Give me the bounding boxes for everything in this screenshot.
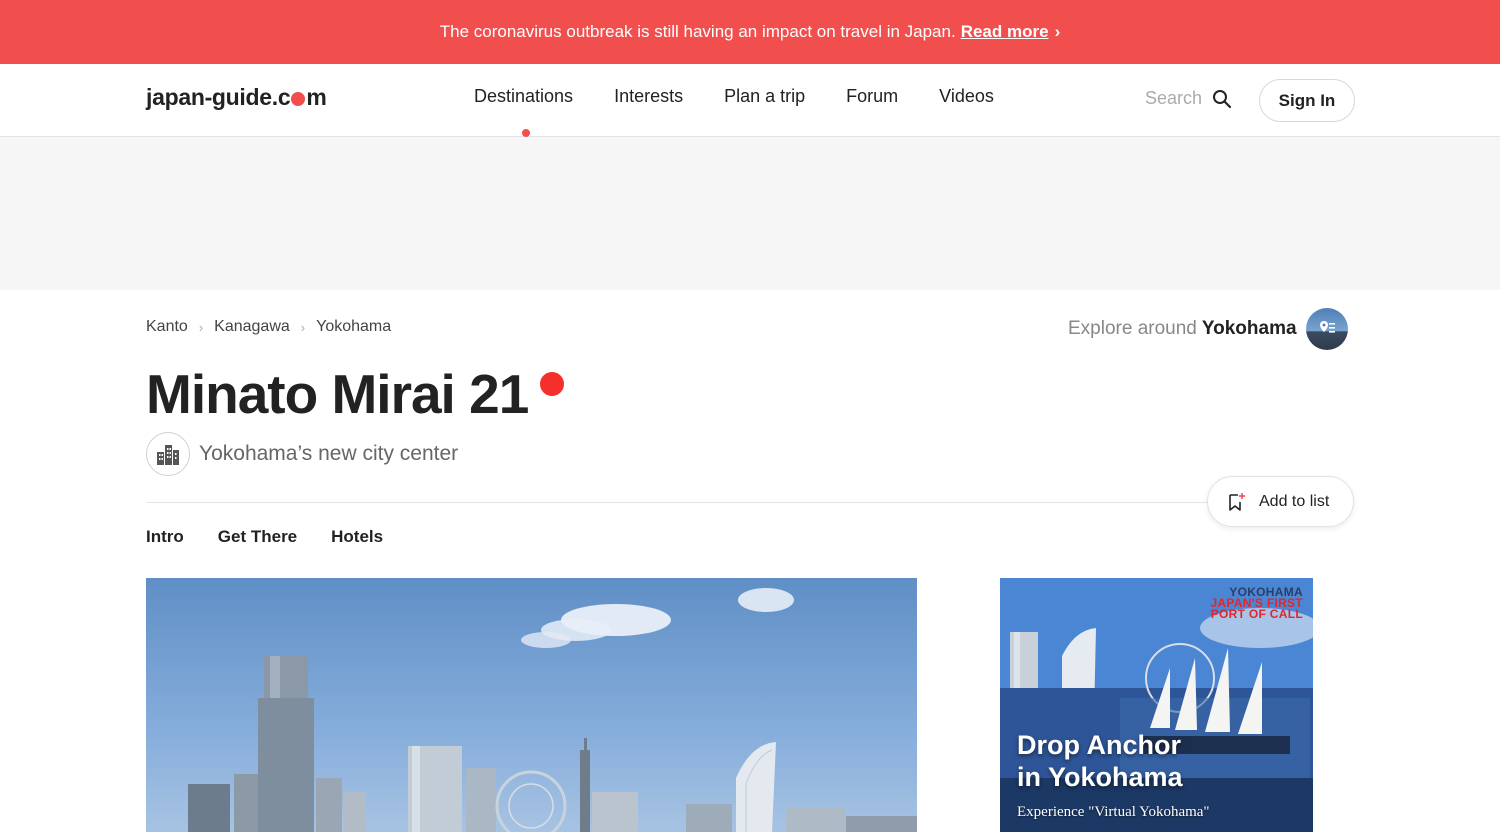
search-placeholder[interactable]: Search [1145,88,1202,109]
subtitle-row: Yokohama’s new city center [146,432,458,476]
ad-brand-line3: PORT OF CALL [1210,607,1303,621]
skyline-illustration [188,588,917,832]
logo-dot-icon [291,92,306,106]
section-tabs: Intro Get There Hotels [146,527,417,547]
breadcrumb: Kanto › Kanagawa › Yokohama [146,318,391,336]
site-header: japan-guide.c m Destinations Interests Pl… [0,64,1500,137]
nav-plan-a-trip[interactable]: Plan a trip [724,86,805,107]
main-nav: Destinations Interests Plan a trip Forum… [474,86,1035,137]
explore-prefix: Explore around [1068,318,1197,339]
nav-destinations-label: Destinations [474,86,574,106]
search-box[interactable]: Search [1145,88,1232,109]
explore-place: Yokohama [1201,318,1297,339]
ad-headline-1: Drop Anchor [1017,730,1181,760]
ad-headline-2: in Yokohama [1017,762,1183,792]
nav-forum[interactable]: Forum [846,86,898,107]
covid-alert-banner: The coronavirus outbreak is still having… [0,0,1500,64]
add-to-list-label: Add to list [1259,492,1330,510]
read-more-link[interactable]: Read more [961,22,1049,42]
ad-subline: Experience "Virtual Yokohama" [1017,804,1210,820]
tab-hotels[interactable]: Hotels [331,527,383,547]
map-pin-icon [1319,321,1335,333]
page-subtitle: Yokohama’s new city center [199,442,459,465]
tab-intro[interactable]: Intro [146,527,184,547]
explore-around-link[interactable]: Explore around Yokohama [1068,308,1348,350]
nav-interests[interactable]: Interests [614,86,683,107]
site-logo[interactable]: japan-guide.c m [146,84,327,111]
chevron-right-icon: › [300,319,306,335]
breadcrumb-yokohama[interactable]: Yokohama [316,318,391,336]
chevron-right-icon: › [198,319,204,335]
nav-videos[interactable]: Videos [939,86,994,107]
logo-text-left: japan-guide.c [146,84,291,110]
nav-destinations[interactable]: Destinations [474,86,574,137]
section-divider [146,502,1354,503]
breadcrumb-kanto[interactable]: Kanto [146,318,188,336]
add-to-list-button[interactable]: Add to list [1207,476,1354,527]
title-accent-dot [540,372,564,396]
ad-placeholder [0,137,1500,290]
city-buildings-icon [146,432,190,476]
breadcrumb-kanagawa[interactable]: Kanagawa [214,318,290,336]
tab-get-there[interactable]: Get There [218,527,297,547]
logo-text-right: m [306,84,327,110]
bookmark-add-icon [1229,492,1245,511]
sign-in-button[interactable]: Sign In [1259,79,1355,122]
active-indicator [522,129,530,137]
alert-message: The coronavirus outbreak is still having… [439,22,956,41]
ad-brand: YOKOHAMA JAPAN'S FIRST PORT OF CALL [1210,586,1303,621]
search-icon[interactable] [1212,89,1232,109]
main-photo [146,578,917,832]
explore-thumbnail[interactable] [1305,308,1348,350]
yokohama-ad-banner[interactable]: YOKOHAMA JAPAN'S FIRST PORT OF CALL Drop… [1000,578,1313,832]
page-title: Minato Mirai 21 [146,363,529,425]
chevron-right-icon[interactable]: › [1055,22,1061,42]
